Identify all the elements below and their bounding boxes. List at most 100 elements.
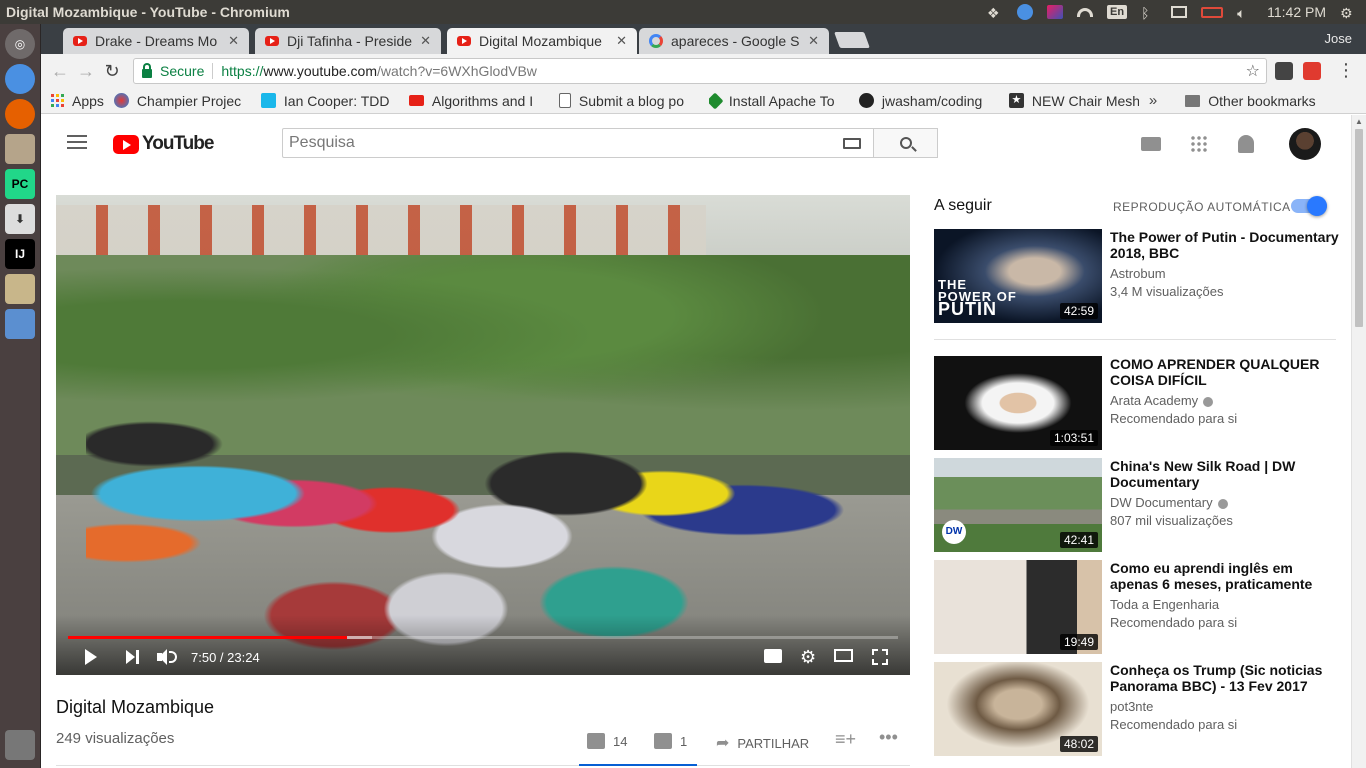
keyboard-layout-indicator[interactable]: En — [1107, 5, 1128, 19]
firefox-launcher-icon[interactable] — [5, 99, 35, 129]
dash-icon[interactable]: ◎ — [5, 29, 35, 59]
battery-icon[interactable] — [1201, 6, 1224, 18]
other-bookmarks[interactable]: Other bookmarks — [1185, 93, 1316, 109]
settings-gear-icon[interactable]: ⚙ — [800, 647, 816, 667]
channel-name[interactable]: Astrobum — [1110, 266, 1166, 281]
channel-name[interactable]: Arata Academy — [1110, 393, 1214, 408]
channel-name[interactable]: pot3nte — [1110, 699, 1153, 714]
trash-icon[interactable] — [5, 730, 35, 760]
close-icon[interactable]: ✕ — [420, 33, 431, 49]
tab-google-search[interactable]: apareces - Google S ✕ — [639, 28, 829, 54]
bookmarks-overflow-button[interactable]: » — [1149, 92, 1157, 109]
tweak-launcher-icon[interactable] — [5, 274, 35, 304]
wifi-icon[interactable] — [1077, 7, 1094, 17]
add-to-playlist-icon: ≡+ — [835, 729, 857, 749]
forward-button[interactable]: → — [73, 61, 99, 82]
video-thumbnail[interactable]: 19:49 — [934, 560, 1102, 654]
intellij-launcher-icon[interactable]: IJ — [5, 239, 35, 269]
profile-name[interactable]: Jose — [1325, 31, 1352, 46]
share-button[interactable]: ➦ PARTILHAR — [716, 733, 809, 753]
scroll-up-arrow-icon[interactable]: ▲ — [1355, 117, 1363, 126]
recommendation-title[interactable]: COMO APRENDER QUALQUER COISA DIFÍCIL — [1110, 356, 1340, 388]
app-tray-icon[interactable] — [1047, 5, 1064, 19]
autoplay-toggle[interactable] — [1291, 196, 1327, 216]
recommendation-item[interactable]: 19:49 Como eu aprendi inglês em apenas 6… — [934, 560, 1344, 654]
close-icon[interactable]: ✕ — [808, 33, 819, 49]
menu-icon[interactable]: ⋮ — [1333, 60, 1359, 81]
chromium-launcher-icon[interactable] — [5, 64, 35, 94]
page-scrollbar[interactable]: ▲ — [1351, 115, 1366, 768]
progress-bar[interactable] — [68, 636, 898, 639]
address-bar[interactable]: Secure https://www.youtube.com/watch?v=6… — [133, 58, 1267, 84]
close-icon[interactable]: ✕ — [616, 33, 627, 49]
document-launcher-icon[interactable] — [5, 309, 35, 339]
recommendation-title[interactable]: The Power of Putin - Documentary 2018, B… — [1110, 229, 1340, 261]
recommendation-item[interactable]: 1:03:51 COMO APRENDER QUALQUER COISA DIF… — [934, 356, 1344, 450]
new-tab-button[interactable] — [834, 32, 870, 48]
notifications-bell-icon[interactable] — [1238, 135, 1254, 153]
scrollbar-thumb[interactable] — [1355, 129, 1363, 327]
recommendation-item[interactable]: THE POWER OF PUTIN 42:59 The Power of Puti… — [934, 229, 1344, 323]
close-icon[interactable]: ✕ — [228, 33, 239, 49]
files-launcher-icon[interactable] — [5, 134, 35, 164]
recommendation-title[interactable]: Conheça os Trump (Sic noticias Panorama … — [1110, 662, 1340, 694]
theater-mode-icon[interactable] — [834, 649, 853, 662]
bookmark-jwasham[interactable]: jwasham/coding — [858, 93, 999, 109]
bookmark-ian-cooper[interactable]: Ian Cooper: TDD — [260, 93, 399, 109]
clock[interactable]: 11:42 PM — [1267, 4, 1326, 20]
next-icon[interactable] — [126, 649, 140, 665]
search-button[interactable] — [873, 128, 938, 158]
volume-icon[interactable] — [157, 649, 177, 665]
bookmark-star-icon[interactable]: ☆ — [1246, 61, 1260, 81]
channel-name[interactable]: Toda a Engenharia — [1110, 597, 1219, 612]
hamburger-menu-icon[interactable] — [67, 135, 87, 153]
search-input[interactable] — [289, 134, 843, 152]
reload-button[interactable]: ↻ — [99, 61, 125, 82]
youtube-logo[interactable]: YouTube — [113, 133, 214, 155]
more-actions-button[interactable]: ••• — [879, 727, 898, 748]
tab-drake[interactable]: Drake - Dreams Mo ✕ — [63, 28, 249, 54]
pocket-extension-icon[interactable] — [1275, 62, 1293, 80]
video-camera-icon[interactable] — [1141, 137, 1161, 151]
bookmark-label: Champier Projec — [136, 92, 242, 109]
video-player[interactable]: 7:50 / 23:24 ⚙ — [56, 195, 910, 675]
dislike-button[interactable]: 1 — [654, 733, 687, 749]
installer-launcher-icon[interactable]: ⬇ — [5, 204, 35, 234]
video-thumbnail[interactable]: THE POWER OF PUTIN 42:59 — [934, 229, 1102, 323]
add-to-playlist-button[interactable]: ≡+ — [835, 729, 856, 750]
bookmark-apache[interactable]: Install Apache To — [708, 92, 849, 109]
video-thumbnail[interactable]: 48:02 — [934, 662, 1102, 756]
chrome-tray-icon[interactable] — [1017, 4, 1034, 20]
apps-grid-icon[interactable] — [1190, 135, 1208, 153]
bookmark-apps[interactable]: Apps — [51, 93, 104, 109]
tab-digital-mozambique[interactable]: Digital Mozambique ✕ — [447, 28, 637, 54]
bookmark-algorithms[interactable]: Algorithms and I — [408, 93, 549, 109]
bluetooth-icon[interactable]: ᛒ — [1141, 5, 1157, 21]
recommendation-item[interactable]: 48:02 Conheça os Trump (Sic noticias Pan… — [934, 662, 1344, 756]
tab-dji-tafinha[interactable]: Dji Tafinha - Preside ✕ — [255, 28, 441, 54]
channel-name[interactable]: DW Documentary — [1110, 495, 1228, 510]
mail-icon[interactable] — [1171, 6, 1188, 18]
video-thumbnail[interactable]: 1:03:51 — [934, 356, 1102, 450]
bookmark-submit-blog[interactable]: Submit a blog po — [558, 93, 699, 109]
like-button[interactable]: 14 — [587, 733, 627, 749]
pycharm-launcher-icon[interactable]: PC — [5, 169, 35, 199]
bookmark-champier[interactable]: Champier Projec — [113, 92, 251, 109]
subtitles-icon[interactable] — [764, 649, 782, 663]
fullscreen-icon[interactable] — [872, 649, 888, 665]
volume-icon[interactable]: 🔈︎ — [1237, 5, 1253, 21]
gear-icon[interactable]: ⚙ — [1340, 5, 1356, 21]
recommendation-item[interactable]: DW 42:41 China's New Silk Road | DW Docu… — [934, 458, 1344, 552]
github-icon — [858, 93, 874, 108]
play-icon[interactable] — [85, 649, 97, 665]
recommendation-title[interactable]: Como eu aprendi inglês em apenas 6 meses… — [1110, 560, 1340, 592]
avatar[interactable] — [1289, 128, 1321, 160]
cors-extension-icon[interactable] — [1303, 62, 1321, 80]
keyboard-icon[interactable] — [843, 137, 861, 149]
dropbox-icon[interactable]: ❖ — [987, 5, 1003, 21]
bookmark-chair-mesh[interactable]: ★ NEW Chair Mesh — [1008, 93, 1139, 109]
back-button[interactable]: ← — [47, 61, 73, 82]
video-thumbnail[interactable]: DW 42:41 — [934, 458, 1102, 552]
recommendation-title[interactable]: China's New Silk Road | DW Documentary — [1110, 458, 1340, 490]
share-label: PARTILHAR — [737, 735, 810, 751]
